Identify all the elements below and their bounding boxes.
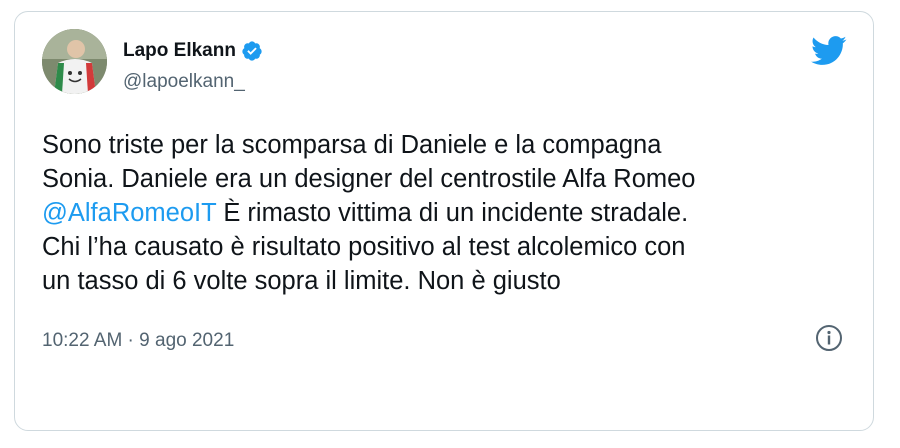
avatar[interactable] <box>42 29 107 94</box>
author-handle[interactable]: @lapoelkann_ <box>123 71 245 93</box>
tweet-card: Lapo Elkann @lapoelkann_ Sono triste per… <box>14 11 874 431</box>
tweet-line-3-rest: È rimasto vittima di un incidente strada… <box>216 199 689 227</box>
mention-link[interactable]: @AlfaRomeoIT <box>42 199 216 227</box>
info-icon[interactable] <box>815 324 843 357</box>
tweet-line-5: un tasso di 6 volte sopra il limite. Non… <box>42 267 561 295</box>
tweet-line-1: Sono triste per la scomparsa di Daniele … <box>42 131 662 159</box>
tweet-line-2: Sonia. Daniele era un designer del centr… <box>42 165 696 193</box>
tweet-text: Sono triste per la scomparsa di Daniele … <box>42 128 852 298</box>
author-name[interactable]: Lapo Elkann <box>123 40 236 62</box>
verified-badge-icon <box>241 40 263 62</box>
tweet-line-4: Chi l’ha causato è risultato positivo al… <box>42 233 686 261</box>
twitter-bird-icon[interactable] <box>811 36 847 71</box>
timestamp-link[interactable]: 10:22 AM · 9 ago 2021 <box>42 330 234 352</box>
author-name-row[interactable]: Lapo Elkann <box>123 40 263 62</box>
